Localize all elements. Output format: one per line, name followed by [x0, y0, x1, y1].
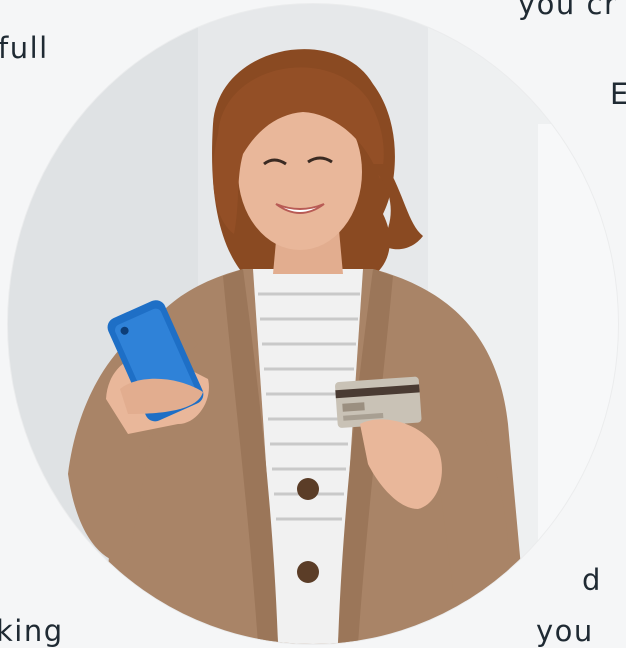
cardigan-button — [297, 561, 319, 583]
text-fragment-bottom-left: king — [0, 614, 64, 648]
text-fragment-left: full — [0, 31, 49, 65]
text-fragment-top-right: you cr — [518, 0, 618, 21]
text-fragment-right: E — [610, 77, 626, 111]
cardigan-button — [297, 478, 319, 500]
door-frame — [538, 124, 618, 544]
text-fragment-lower-right: d — [582, 563, 602, 597]
text-fragment-bottom-right: you — [536, 614, 594, 648]
woman-with-phone-and-card-illustration — [8, 4, 618, 644]
circular-photo — [8, 4, 618, 644]
